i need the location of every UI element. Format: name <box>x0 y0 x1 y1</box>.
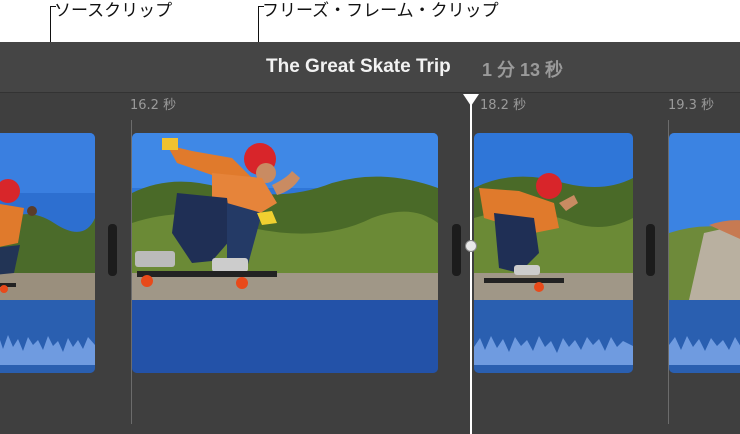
playhead-marker-icon[interactable] <box>463 94 479 106</box>
clip-thumbnail <box>669 133 740 300</box>
timecode-label: 18.2 秒 <box>480 98 527 113</box>
clip-thumbnail <box>132 133 438 300</box>
audio-waveform <box>474 300 633 373</box>
audio-waveform <box>0 300 95 373</box>
callout-leader-source-tick <box>50 6 56 7</box>
project-title: The Great Skate Trip <box>266 56 451 77</box>
timecode-label: 16.2 秒 <box>130 98 177 113</box>
audio-waveform <box>669 300 740 373</box>
callout-freeze-frame-clip: フリーズ・フレーム・クリップ <box>262 1 499 21</box>
timeline-editor: The Great Skate Trip 1 分 13 秒 16.2 秒 18.… <box>0 42 740 434</box>
freeze-frame-clip[interactable] <box>132 133 438 373</box>
playhead[interactable] <box>470 99 472 434</box>
callout-source-clip: ソースクリップ <box>54 1 173 21</box>
project-duration: 1 分 13 秒 <box>482 60 564 80</box>
clip-thumbnail <box>0 133 95 300</box>
timecode-label: 19.3 秒 <box>668 98 715 113</box>
skimmer-dot[interactable] <box>465 240 477 252</box>
source-clip-right[interactable] <box>474 133 633 373</box>
clip-thumbnail <box>474 133 633 300</box>
source-clip-left[interactable] <box>0 133 95 373</box>
project-title-bar: The Great Skate Trip 1 分 13 秒 <box>0 42 740 93</box>
next-clip[interactable] <box>669 133 740 373</box>
clip-trim-handle[interactable] <box>108 224 117 276</box>
clip-trim-handle[interactable] <box>452 224 461 276</box>
freeze-frame-audio-area <box>132 300 438 373</box>
callout-leader-freeze-tick <box>258 6 264 7</box>
clip-trim-handle[interactable] <box>646 224 655 276</box>
